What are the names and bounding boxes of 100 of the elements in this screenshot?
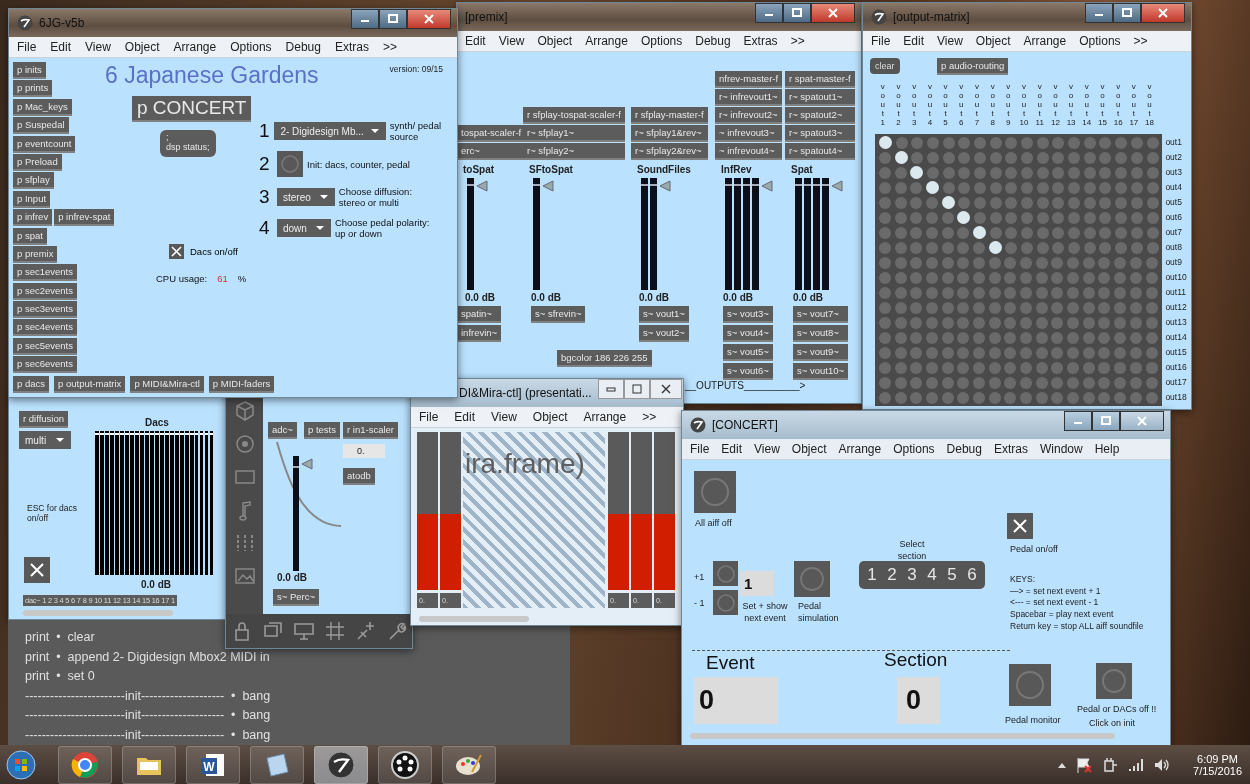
matrix-dot[interactable] (988, 316, 1001, 329)
matrix-dot[interactable] (1036, 196, 1049, 209)
matrix-dot[interactable] (1114, 316, 1127, 329)
matrix-dot[interactable] (1021, 196, 1034, 209)
matrix-dot[interactable] (957, 361, 970, 374)
matrix-dot[interactable] (1099, 166, 1112, 179)
matrix-dot[interactable] (878, 256, 891, 269)
matrix-dot[interactable] (1035, 301, 1048, 314)
gain-slider[interactable] (124, 431, 129, 575)
matrix-dot[interactable] (1068, 166, 1081, 179)
matrix-dot[interactable] (910, 346, 923, 359)
gain-slider[interactable] (154, 431, 159, 575)
section-tab[interactable]: 3 (902, 563, 922, 587)
matrix-dot[interactable] (910, 271, 923, 284)
patch-object[interactable]: ~ infrevout3~ (715, 125, 783, 142)
matrix-dot[interactable] (878, 166, 891, 179)
gain-slider[interactable] (204, 431, 209, 575)
matrix-dot[interactable] (1145, 286, 1158, 299)
matrix-dot[interactable] (1129, 316, 1142, 329)
message-box[interactable]: bgcolor 186 226 255 (557, 350, 652, 367)
slider-thumb[interactable] (467, 183, 474, 186)
gain-slider[interactable] (139, 431, 144, 575)
picture-icon[interactable] (233, 565, 256, 587)
patch-object[interactable]: spatin~ (457, 306, 502, 323)
patch-object[interactable]: s~ vout7~ (793, 306, 848, 323)
matrix-dot[interactable] (894, 166, 907, 179)
taskbar-button[interactable]: W (186, 745, 240, 784)
gain-slider[interactable] (184, 431, 189, 575)
slider-thumb[interactable] (164, 433, 169, 436)
matrix-dot[interactable] (1098, 331, 1111, 344)
matrix-dot[interactable] (972, 391, 985, 404)
patch-object[interactable]: p inits (13, 62, 46, 79)
matrix-dot[interactable] (1051, 391, 1064, 404)
matrix-dot[interactable] (1082, 346, 1095, 359)
matrix-dot[interactable] (941, 256, 954, 269)
patch-object[interactable]: r~ spatout3~ (785, 125, 855, 142)
slider-thumb[interactable] (124, 433, 129, 436)
matrix-dot[interactable] (1067, 361, 1080, 374)
menu-item[interactable]: Object (791, 442, 827, 456)
matrix-dot[interactable] (957, 316, 970, 329)
matrix-dot[interactable] (910, 301, 923, 314)
matrix-dot[interactable] (925, 226, 938, 239)
menu-item[interactable]: Edit (465, 34, 486, 48)
matrix-dot[interactable] (1114, 391, 1127, 404)
menu-item[interactable]: Debug (285, 40, 321, 54)
patch-object[interactable]: s~ vout5~ (723, 344, 773, 361)
matrix-dot[interactable] (1083, 151, 1096, 164)
bang-button[interactable] (794, 561, 830, 597)
gain-slider[interactable] (95, 431, 99, 575)
matrix-dot[interactable] (1129, 271, 1142, 284)
close-button[interactable] (1141, 3, 1185, 23)
matrix-dot[interactable] (1082, 301, 1095, 314)
patch-object[interactable]: p MIDI-faders (208, 376, 275, 393)
matrix-dot[interactable] (878, 361, 891, 374)
matrix-dot[interactable] (1068, 196, 1081, 209)
cube-icon[interactable] (233, 400, 256, 422)
matrix-dot[interactable] (1036, 211, 1049, 224)
patch-object[interactable]: s~ vout10~ (793, 363, 848, 380)
matrix-dot[interactable] (1005, 181, 1018, 194)
matrix-dot[interactable] (1083, 136, 1096, 149)
taskbar-button[interactable] (58, 745, 112, 784)
matrix-dot[interactable] (941, 376, 954, 389)
patch-object[interactable]: p Input (13, 190, 51, 208)
matrix-dot[interactable] (973, 166, 986, 179)
matrix-dot[interactable] (957, 271, 970, 284)
matrix-dot[interactable] (1129, 256, 1142, 269)
maximize-button[interactable] (1113, 3, 1141, 23)
patch-object[interactable]: r spat-master-f (785, 71, 855, 88)
patch-object[interactable]: s~ Perc~ (273, 589, 320, 606)
matrix-dot[interactable] (1146, 211, 1159, 224)
matrix-dot[interactable] (1005, 166, 1018, 179)
matrix-dot[interactable] (958, 181, 971, 194)
power-plug-icon[interactable] (1101, 755, 1120, 774)
slider[interactable] (440, 432, 461, 590)
gain-slider[interactable] (743, 178, 750, 290)
menu-item[interactable]: Arrange (583, 410, 627, 424)
matrix-dot[interactable] (1052, 151, 1065, 164)
slider-thumb[interactable] (752, 183, 759, 186)
matrix-dot[interactable] (972, 316, 985, 329)
matrix-dot[interactable] (1130, 196, 1143, 209)
matrix-dot[interactable] (894, 211, 907, 224)
matrix-dot[interactable] (1082, 316, 1095, 329)
matrix-dot[interactable] (988, 271, 1001, 284)
matrix-dot[interactable] (1145, 331, 1158, 344)
scrollbar[interactable] (690, 733, 1115, 739)
matrix-dot[interactable] (1020, 286, 1033, 299)
matrix-dot[interactable] (1068, 181, 1081, 194)
matrix-dot[interactable] (972, 346, 985, 359)
matrix-dot[interactable] (1035, 316, 1048, 329)
matrix-dot[interactable] (910, 256, 923, 269)
patch-object[interactable]: p sec5events (13, 337, 77, 355)
matrix-dot[interactable] (1004, 361, 1017, 374)
gain-slider[interactable] (100, 431, 104, 575)
matrix-dot[interactable] (973, 181, 986, 194)
slider-thumb[interactable] (650, 183, 657, 186)
dropdown-menu[interactable]: down (277, 219, 331, 237)
matrix-dot[interactable] (1082, 361, 1095, 374)
matrix-dot[interactable] (1052, 136, 1065, 149)
matrix-dot[interactable] (910, 331, 923, 344)
matrix-dot[interactable] (1114, 256, 1127, 269)
